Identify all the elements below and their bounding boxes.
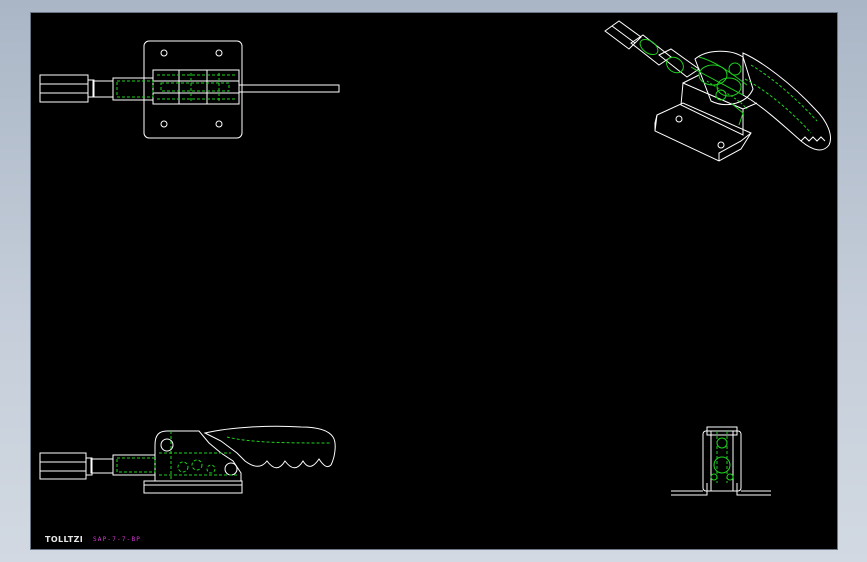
mounting-hole: [160, 120, 168, 128]
base-plate: [143, 480, 243, 494]
base-flange: [736, 483, 771, 496]
clamp-body: [152, 69, 240, 105]
base-plate: [143, 40, 243, 139]
clamp-body: [702, 430, 742, 492]
mounting-hole: [160, 49, 168, 57]
top-view[interactable]: [39, 40, 340, 139]
mounting-hole: [675, 115, 683, 123]
pivot-pin: [160, 438, 174, 452]
side-view[interactable]: [671, 426, 771, 496]
handle: [203, 425, 336, 469]
spindle-nut: [630, 34, 672, 66]
isometric-view[interactable]: [604, 20, 831, 162]
front-view[interactable]: [39, 425, 336, 494]
spindle-nut: [90, 458, 114, 474]
hex-nut: [604, 20, 642, 50]
mounting-hole: [717, 141, 725, 149]
part-number-label: SAP-7-7-BP: [93, 536, 142, 543]
mounting-hole: [215, 120, 223, 128]
handle: [742, 52, 831, 151]
hidden-lines: [710, 431, 734, 483]
clamp-body: [154, 430, 242, 482]
bracket: [680, 82, 744, 136]
spindle-nut: [92, 80, 114, 98]
hex-nut: [39, 452, 87, 480]
plunger-rod: [238, 84, 340, 93]
pivot-pin: [224, 462, 238, 476]
hex-nut: [39, 74, 89, 103]
hidden-lines: [116, 431, 332, 481]
drawing-sheet: TOLLTZI SAP-7-7-BP: [30, 12, 838, 550]
hidden-lines: [116, 73, 236, 101]
mounting-hole: [215, 49, 223, 57]
clamp-body: [694, 50, 754, 105]
company-logo-text: TOLLTZI: [45, 535, 84, 544]
drawing-canvas: [39, 20, 831, 496]
base-flange: [671, 483, 708, 496]
